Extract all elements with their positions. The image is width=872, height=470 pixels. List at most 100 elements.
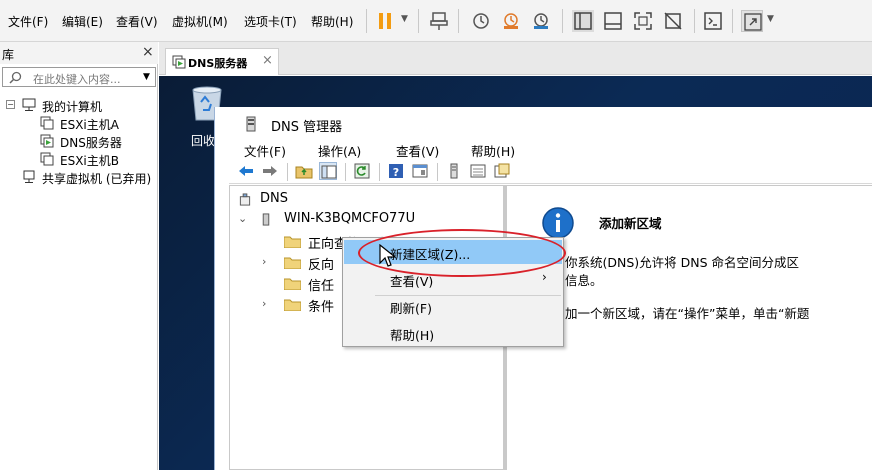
- refresh-icon[interactable]: [353, 162, 371, 180]
- submenu-arrow-icon: ›: [542, 270, 547, 284]
- show-library-icon[interactable]: [572, 10, 594, 32]
- menu-tabs[interactable]: 选项卡(T): [244, 13, 297, 30]
- tree-node-label: 信任: [308, 279, 335, 294]
- info-description: 加一个新区域，请在“操作”菜单，单击“新题: [565, 306, 810, 321]
- toolbar-separator: [694, 9, 695, 33]
- menu-file[interactable]: 文件(F): [8, 13, 48, 30]
- info-description: 你系统(DNS)允许将 DNS 命名空间分成区: [565, 255, 800, 270]
- pause-icon[interactable]: [374, 10, 396, 32]
- chevron-right-icon[interactable]: ›: [262, 297, 266, 310]
- shared-vm-icon: [23, 170, 35, 183]
- collapse-icon[interactable]: −: [6, 100, 15, 109]
- library-header: 库 ×: [0, 42, 158, 64]
- toolbar-separator: [418, 9, 419, 33]
- dns-menu-file[interactable]: 文件(F): [244, 141, 286, 160]
- dns-menu-help[interactable]: 帮助(H): [471, 141, 515, 160]
- chevron-down-icon[interactable]: ▼: [143, 72, 150, 82]
- thumbnail-bar-icon[interactable]: [602, 10, 624, 32]
- info-description: 信息。: [565, 273, 603, 288]
- forward-arrow-icon[interactable]: [261, 162, 279, 180]
- vm-running-icon: [40, 134, 54, 148]
- list-view-icon[interactable]: [469, 162, 487, 180]
- computer-icon: [22, 98, 36, 111]
- library-title: 库: [2, 48, 15, 62]
- toolbar-separator: [287, 163, 288, 181]
- back-arrow-icon[interactable]: [237, 162, 255, 180]
- tab-close-button[interactable]: ×: [262, 53, 273, 68]
- tree-item-esxi-b[interactable]: ESXi主机B: [40, 151, 156, 169]
- show-hide-tree-icon[interactable]: [319, 162, 337, 180]
- pause-dropdown-icon[interactable]: ▼: [401, 14, 408, 24]
- tree-item-label: DNS服务器: [60, 136, 122, 150]
- server-icon[interactable]: [445, 162, 463, 180]
- folder-icon: [284, 257, 301, 269]
- library-search-placeholder: 在此处键入内容...: [33, 73, 121, 86]
- tab-label: DNS服务器: [188, 57, 248, 70]
- tree-node-label: WIN-K3BQMCFO77U: [284, 211, 416, 226]
- watermark: CSDN @竹流清水: [721, 443, 836, 459]
- dns-menu-view[interactable]: 查看(V): [396, 141, 439, 160]
- dns-menubar: 文件(F) 操作(A) 查看(V) 帮助(H): [215, 139, 872, 159]
- mouse-cursor-icon: [379, 244, 395, 267]
- tree-node-server[interactable]: ⌄ WIN-K3BQMCFO77U: [238, 210, 498, 230]
- snapshot-manager-icon[interactable]: [530, 10, 552, 32]
- tree-node-dns[interactable]: DNS: [238, 190, 358, 210]
- help-icon[interactable]: ?: [387, 162, 405, 180]
- server-icon: [262, 213, 270, 226]
- unity-icon[interactable]: [662, 10, 684, 32]
- stretch-view-icon[interactable]: [741, 10, 763, 32]
- tab-dns-server[interactable]: DNS服务器 ×: [165, 48, 279, 75]
- window-title: DNS 管理器: [271, 120, 343, 135]
- dns-menu-action[interactable]: 操作(A): [318, 141, 361, 160]
- tree-item-label: 我的计算机: [42, 100, 103, 114]
- stretch-dropdown-icon[interactable]: ▼: [767, 14, 774, 24]
- dns-icon: [239, 193, 251, 206]
- snapshot-icon[interactable]: [470, 10, 492, 32]
- toolbar-separator: [345, 163, 346, 181]
- tree-node-label: 反向: [308, 258, 335, 273]
- library-search-input[interactable]: 在此处键入内容... ▼: [2, 67, 156, 87]
- console-view-icon[interactable]: [702, 10, 724, 32]
- library-close-button[interactable]: ×: [142, 44, 154, 60]
- tree-item-shared-vms[interactable]: 共享虚拟机 (已弃用): [22, 169, 156, 187]
- full-screen-icon[interactable]: [632, 10, 654, 32]
- svg-text:?: ?: [393, 166, 399, 179]
- library-panel: 库 × 在此处键入内容... ▼ − 我的计算机 ESXi主机A DNS服务器 …: [0, 42, 158, 470]
- folder-up-icon[interactable]: [295, 162, 313, 180]
- revert-snapshot-icon[interactable]: [500, 10, 522, 32]
- toolbar-separator: [562, 9, 563, 33]
- properties-icon[interactable]: [411, 162, 429, 180]
- toolbar-separator: [732, 9, 733, 33]
- tree-node-label: 条件: [308, 300, 335, 315]
- chevron-down-icon[interactable]: ⌄: [238, 212, 247, 225]
- tree-item-label: ESXi主机A: [60, 118, 119, 132]
- menu-view[interactable]: 查看(V): [116, 13, 158, 30]
- vm-tab-strip: DNS服务器 ×: [159, 42, 872, 75]
- tree-item-dns-server[interactable]: DNS服务器: [40, 133, 156, 151]
- chevron-right-icon[interactable]: ›: [262, 255, 266, 268]
- toolbar-separator: [458, 9, 459, 33]
- dns-toolbar: ?: [229, 160, 872, 184]
- folder-icon: [284, 299, 301, 311]
- vm-running-icon: [172, 55, 186, 69]
- tree-item-my-computer[interactable]: − 我的计算机: [6, 97, 156, 115]
- tree-item-esxi-a[interactable]: ESXi主机A: [40, 115, 156, 133]
- menu-item-label: 帮助(H): [390, 328, 435, 343]
- folder-icon: [284, 236, 301, 248]
- menu-help[interactable]: 帮助(H): [311, 13, 353, 30]
- dns-manager-icon: [246, 116, 256, 132]
- menu-item-help[interactable]: 帮助(H): [344, 321, 562, 345]
- folder-icon: [284, 278, 301, 290]
- folder-properties-icon[interactable]: [493, 162, 511, 180]
- info-title: 添加新区域: [599, 216, 662, 231]
- toolbar-separator: [379, 163, 380, 181]
- menu-item-label: 刷新(F): [390, 301, 432, 316]
- toolbar-separator: [366, 9, 367, 33]
- menu-item-refresh[interactable]: 刷新(F): [344, 294, 562, 318]
- info-icon: [542, 207, 574, 239]
- tree-item-label: ESXi主机B: [60, 154, 119, 168]
- menu-vm[interactable]: 虚拟机(M): [172, 13, 228, 30]
- tree-item-label: 共享虚拟机 (已弃用): [42, 172, 152, 186]
- menu-edit[interactable]: 编辑(E): [62, 13, 103, 30]
- send-ctrl-alt-del-icon[interactable]: [428, 10, 450, 32]
